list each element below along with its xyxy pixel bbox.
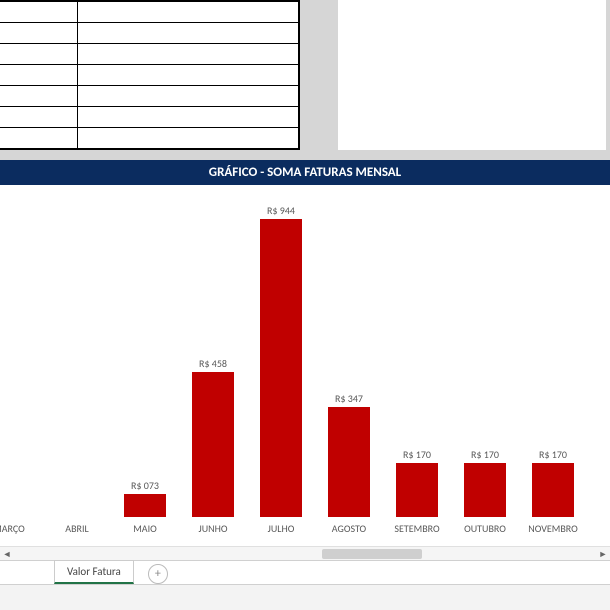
category-label: MAIO	[111, 522, 179, 535]
bar-junho: R$ 458	[179, 357, 247, 517]
bar-rect	[396, 463, 438, 517]
bar-maio: R$ 073	[111, 479, 179, 517]
scroll-right-arrow-icon[interactable]: ►	[596, 547, 610, 561]
category-label: JUNHO	[179, 522, 247, 535]
status-bar	[0, 584, 610, 610]
scroll-thumb[interactable]	[322, 549, 422, 559]
bar-value-label: R$ 170	[471, 448, 499, 461]
category-label: AGOSTO	[315, 522, 383, 535]
bar-value-label: R$ 170	[539, 448, 567, 461]
bar-setembro: R$ 170	[383, 448, 451, 517]
bar-rect	[464, 463, 506, 517]
bar-agosto: R$ 347	[315, 392, 383, 517]
small-table-left[interactable]	[0, 0, 300, 150]
add-sheet-button[interactable]: +	[148, 564, 168, 584]
chart-title: GRÁFICO - SOMA FATURAS MENSAL	[0, 160, 610, 185]
category-label: ABRIL	[43, 522, 111, 535]
bar-value-label: R$ 458	[199, 357, 227, 370]
bar-rect	[124, 494, 166, 517]
chart-plot: MARÇOABRIL R$ 073 MAIO R$ 458 JUNHO R$ 944 JUL…	[0, 185, 610, 541]
bottom-strip: ◄ ► Valor Fatura +	[0, 546, 610, 610]
top-tables-region	[0, 0, 610, 160]
excel-workspace: GRÁFICO - SOMA FATURAS MENSAL MARÇOABRIL…	[0, 0, 610, 610]
bar-value-label: R$ 170	[403, 448, 431, 461]
category-label: MARÇO	[0, 522, 43, 535]
category-label: JULHO	[247, 522, 315, 535]
bar-rect	[192, 372, 234, 517]
bar-value-label: R$ 073	[131, 479, 159, 492]
bar-value-label: R$ 347	[335, 392, 363, 405]
blank-panel-right[interactable]	[338, 0, 606, 150]
sheet-tab-bar: Valor Fatura +	[0, 560, 610, 584]
chart-area[interactable]: GRÁFICO - SOMA FATURAS MENSAL MARÇOABRIL…	[0, 160, 610, 546]
bar-outubro: R$ 170	[451, 448, 519, 517]
category-label: SETEMBRO	[383, 522, 451, 535]
bar-rect	[328, 407, 370, 517]
bar-julho: R$ 944	[247, 204, 315, 517]
bar-value-label: R$ 944	[267, 204, 295, 217]
sheet-tab-valor-fatura[interactable]: Valor Fatura	[54, 560, 134, 584]
plus-icon: +	[155, 567, 161, 581]
bar-novembro: R$ 170	[519, 448, 587, 517]
horizontal-scrollbar[interactable]: ◄ ►	[0, 546, 610, 560]
category-label: NOVEMBRO	[519, 522, 587, 535]
bar-rect	[260, 219, 302, 517]
bar-rect	[532, 463, 574, 517]
category-label: OUTUBRO	[451, 522, 519, 535]
sheet-nav-arrows[interactable]	[0, 560, 50, 584]
scroll-left-arrow-icon[interactable]: ◄	[0, 547, 14, 561]
